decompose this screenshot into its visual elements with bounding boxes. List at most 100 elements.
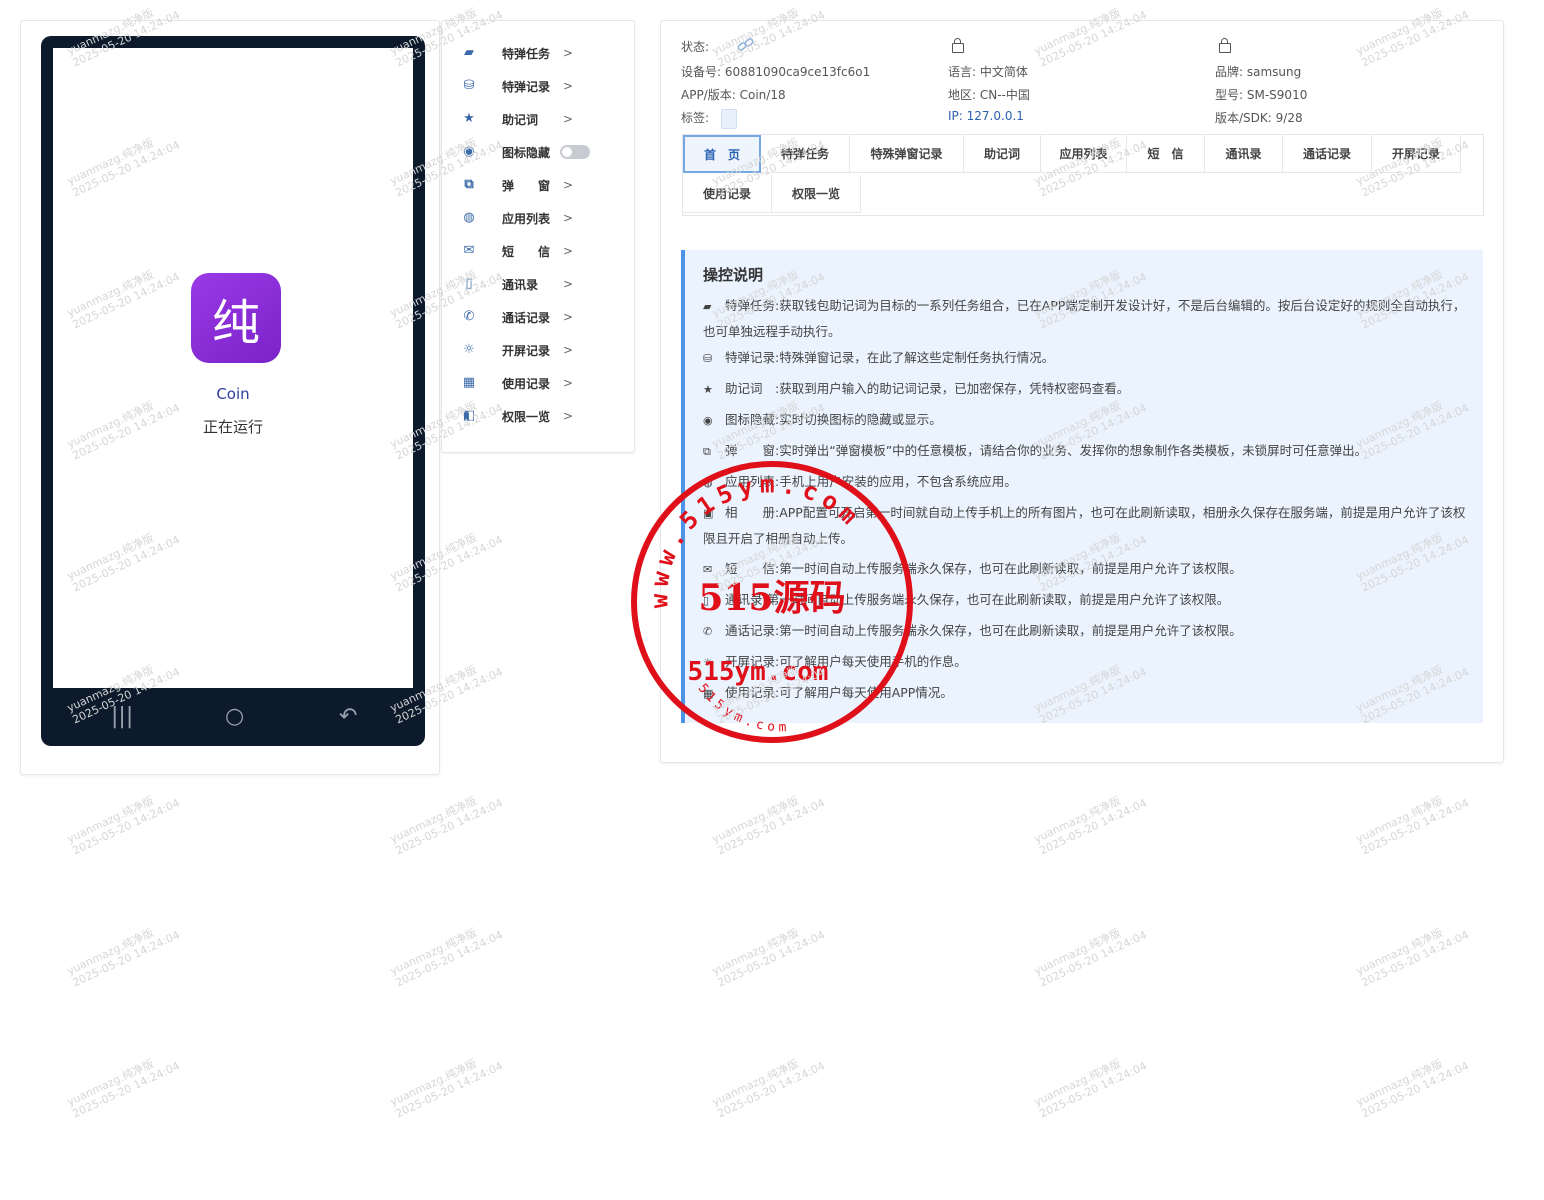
grid-icon: ▦	[462, 374, 476, 390]
unlock-icon[interactable]	[1219, 38, 1231, 53]
help-line-text: 手机上用户安装的应用，不包含系统应用。	[779, 474, 1017, 489]
copy-icon: ⧉	[703, 445, 711, 458]
tab-1[interactable]: 特弹任务	[761, 135, 850, 173]
watermark-line: 2025-05-20 14:24:04	[393, 1059, 505, 1121]
chevron-right-icon: >	[563, 112, 574, 126]
menu-item-1[interactable]: ⛁ 特弹记录 >	[442, 74, 634, 98]
phone-frame: 纯 Coin 正在运行 ||| ○ ↶	[41, 36, 425, 746]
eye-icon: ◉	[703, 414, 713, 427]
watermark: yuanmazg.纯净版 2025-05-20 14:24:04	[710, 1048, 827, 1120]
help-line: ★ 助记词 :获取到用户输入的助记词记录，已加密保存，凭特权密码查看。	[703, 376, 1473, 402]
menu-item-8[interactable]: ✆ 通话记录 >	[442, 305, 634, 329]
sunrise-icon: ☼	[463, 341, 475, 357]
region-label: 地区:	[948, 88, 977, 102]
menu-item-5[interactable]: ◍ 应用列表 >	[442, 206, 634, 230]
watermark-line: yuanmazg.纯净版	[1353, 794, 1445, 846]
lock-icon[interactable]	[952, 38, 964, 53]
help-line-key: 相 册:	[725, 505, 780, 520]
tag-edit-box[interactable]	[721, 109, 737, 129]
help-line-key: 短 信:	[725, 561, 780, 576]
watermark-line: yuanmazg.纯净版	[64, 1057, 156, 1109]
language-row: 语言: 中文简体	[948, 63, 1028, 80]
watermark: yuanmazg.纯净版 2025-05-20 14:24:04	[64, 1048, 182, 1120]
tab-4[interactable]: 应用列表	[1041, 135, 1127, 173]
brand-row: 品牌: samsung	[1215, 63, 1301, 80]
mail-icon: ✉	[703, 563, 713, 576]
help-line: ⛁ 特弹记录:特殊弹窗记录，在此了解这些定制任务执行情况。	[703, 345, 1473, 371]
brand-label: 品牌:	[1215, 65, 1244, 79]
menu-item-7[interactable]: ▯ 通讯录 >	[442, 272, 634, 296]
recent-apps-key[interactable]: |||	[111, 704, 133, 729]
language-value: 中文简体	[979, 65, 1028, 79]
chevron-right-icon: >	[563, 79, 574, 93]
tag-label: 标签:	[681, 111, 710, 125]
menu-item-6[interactable]: ✉ 短 信 >	[442, 239, 634, 263]
link-icon[interactable]	[737, 37, 755, 53]
menu-item-label: 特弹任务	[502, 46, 551, 61]
tab-8[interactable]: 开屏记录	[1372, 135, 1461, 173]
database-icon: ⛁	[463, 77, 475, 93]
watermark-line: 2025-05-20 14:24:04	[1359, 928, 1471, 990]
watermark-line: 2025-05-20 14:24:04	[1037, 1059, 1149, 1121]
tab-7[interactable]: 通话记录	[1283, 135, 1372, 173]
help-line-text: 特殊弹窗记录，在此了解这些定制任务执行情况。	[779, 350, 1055, 365]
watermark-line: 2025-05-20 14:24:04	[1359, 1059, 1471, 1121]
menu-item-9[interactable]: ☼ 开屏记录 >	[442, 338, 634, 362]
watermark-line: 2025-05-20 14:24:04	[715, 928, 827, 990]
switch-icon: ◧	[462, 407, 476, 423]
help-line-key: 弹 窗:	[725, 443, 780, 458]
tab-5[interactable]: 短 信	[1127, 135, 1205, 173]
chevron-right-icon: >	[563, 211, 574, 225]
menu-item-11[interactable]: ◧ 权限一览 >	[442, 404, 634, 428]
tab-bar: 首 页特弹任务 特殊弹窗记录 助记词 应用列表短 信通讯录 通话记录 开屏记录使用记录 权限…	[682, 134, 1484, 216]
menu-item-label: 图标隐藏	[502, 145, 551, 160]
device-id-row: 设备号: 60881090ca9ce13fc6o1	[681, 63, 870, 80]
tab-6[interactable]: 通讯录	[1205, 135, 1283, 173]
help-line: ✆ 通话记录:第一时间自动上传服务端永久保存，也可在此刷新读取，前提是用户允许了该…	[703, 618, 1473, 644]
chrome-icon: ◍	[703, 476, 713, 489]
menu-item-0[interactable]: ▰ 特弹任务 >	[442, 41, 634, 65]
watermark: yuanmazg.纯净版 2025-05-20 14:24:04	[1353, 785, 1471, 857]
help-line: ▣ 相 册:APP配置可开启第一时间就自动上传手机上的所有图片，也可在此刷新读取，…	[703, 500, 1473, 551]
help-line-text: 可了解用户每天使用手机的作息。	[779, 654, 967, 669]
icon-hide-toggle[interactable]	[560, 145, 590, 159]
home-key[interactable]: ○	[225, 704, 244, 729]
sdk-row: 版本/SDK: 9/28	[1215, 109, 1303, 126]
tab-2[interactable]: 特殊弹窗记录	[850, 135, 964, 173]
help-line-text: APP配置可开启第一时间就自动上传手机上的所有图片，也可在此刷新读取，相册永久保…	[703, 505, 1466, 546]
menu-item-label: 权限一览	[502, 409, 551, 424]
menu-item-4[interactable]: ⧉ 弹 窗 >	[442, 173, 634, 197]
help-line: ▦ 使用记录:可了解用户每天使用APP情况。	[703, 680, 1473, 706]
help-line: ◍ 应用列表:手机上用户安装的应用，不包含系统应用。	[703, 469, 1473, 495]
menu-item-2[interactable]: ★ 助记词 >	[442, 107, 634, 131]
watermark-line: yuanmazg.纯净版	[1353, 1057, 1445, 1109]
menu-item-10[interactable]: ▦ 使用记录 >	[442, 371, 634, 395]
image-icon: ▣	[703, 507, 714, 520]
back-key[interactable]: ↶	[339, 704, 357, 729]
help-line-text: 实时切换图标的隐藏或显示。	[779, 412, 942, 427]
watermark: yuanmazg.纯净版 2025-05-20 14:24:04	[387, 785, 505, 857]
app-status: 正在运行	[202, 418, 263, 436]
help-line-key: 特弹任务:	[725, 298, 780, 313]
tag-row: 标签:	[681, 109, 709, 126]
chevron-right-icon: >	[563, 376, 574, 390]
brand-value: samsung	[1246, 65, 1302, 79]
tab-0[interactable]: 首 页	[683, 135, 761, 173]
tab-10[interactable]: 权限一览	[772, 175, 861, 213]
tab-9[interactable]: 使用记录	[683, 175, 772, 213]
language-label: 语言:	[948, 65, 977, 79]
ip-row: IP: 127.0.0.1	[948, 109, 1024, 123]
model-label: 型号:	[1215, 88, 1244, 102]
star-icon: ★	[463, 110, 475, 126]
help-line: ▰ 特弹任务:获取钱包助记词为目标的一系列任务组合，已在APP端定制开发设计好，不…	[703, 293, 1473, 344]
watermark: yuanmazg.纯净版 2025-05-20 14:24:04	[1032, 785, 1149, 857]
help-line: ☼ 开屏记录:可了解用户每天使用手机的作息。	[703, 649, 1473, 675]
chrome-icon: ◍	[463, 209, 475, 225]
model-value: SM-S9010	[1246, 88, 1308, 102]
watermark: yuanmazg.纯净版 2025-05-20 14:24:04	[65, 917, 182, 989]
watermark-line: yuanmazg.纯净版	[387, 794, 479, 846]
app-icon: 纯	[191, 273, 281, 363]
tab-3[interactable]: 助记词	[964, 135, 1041, 173]
menu-item-3[interactable]: ◉ 图标隐藏	[442, 140, 634, 164]
status-row: 状态:	[681, 38, 709, 55]
